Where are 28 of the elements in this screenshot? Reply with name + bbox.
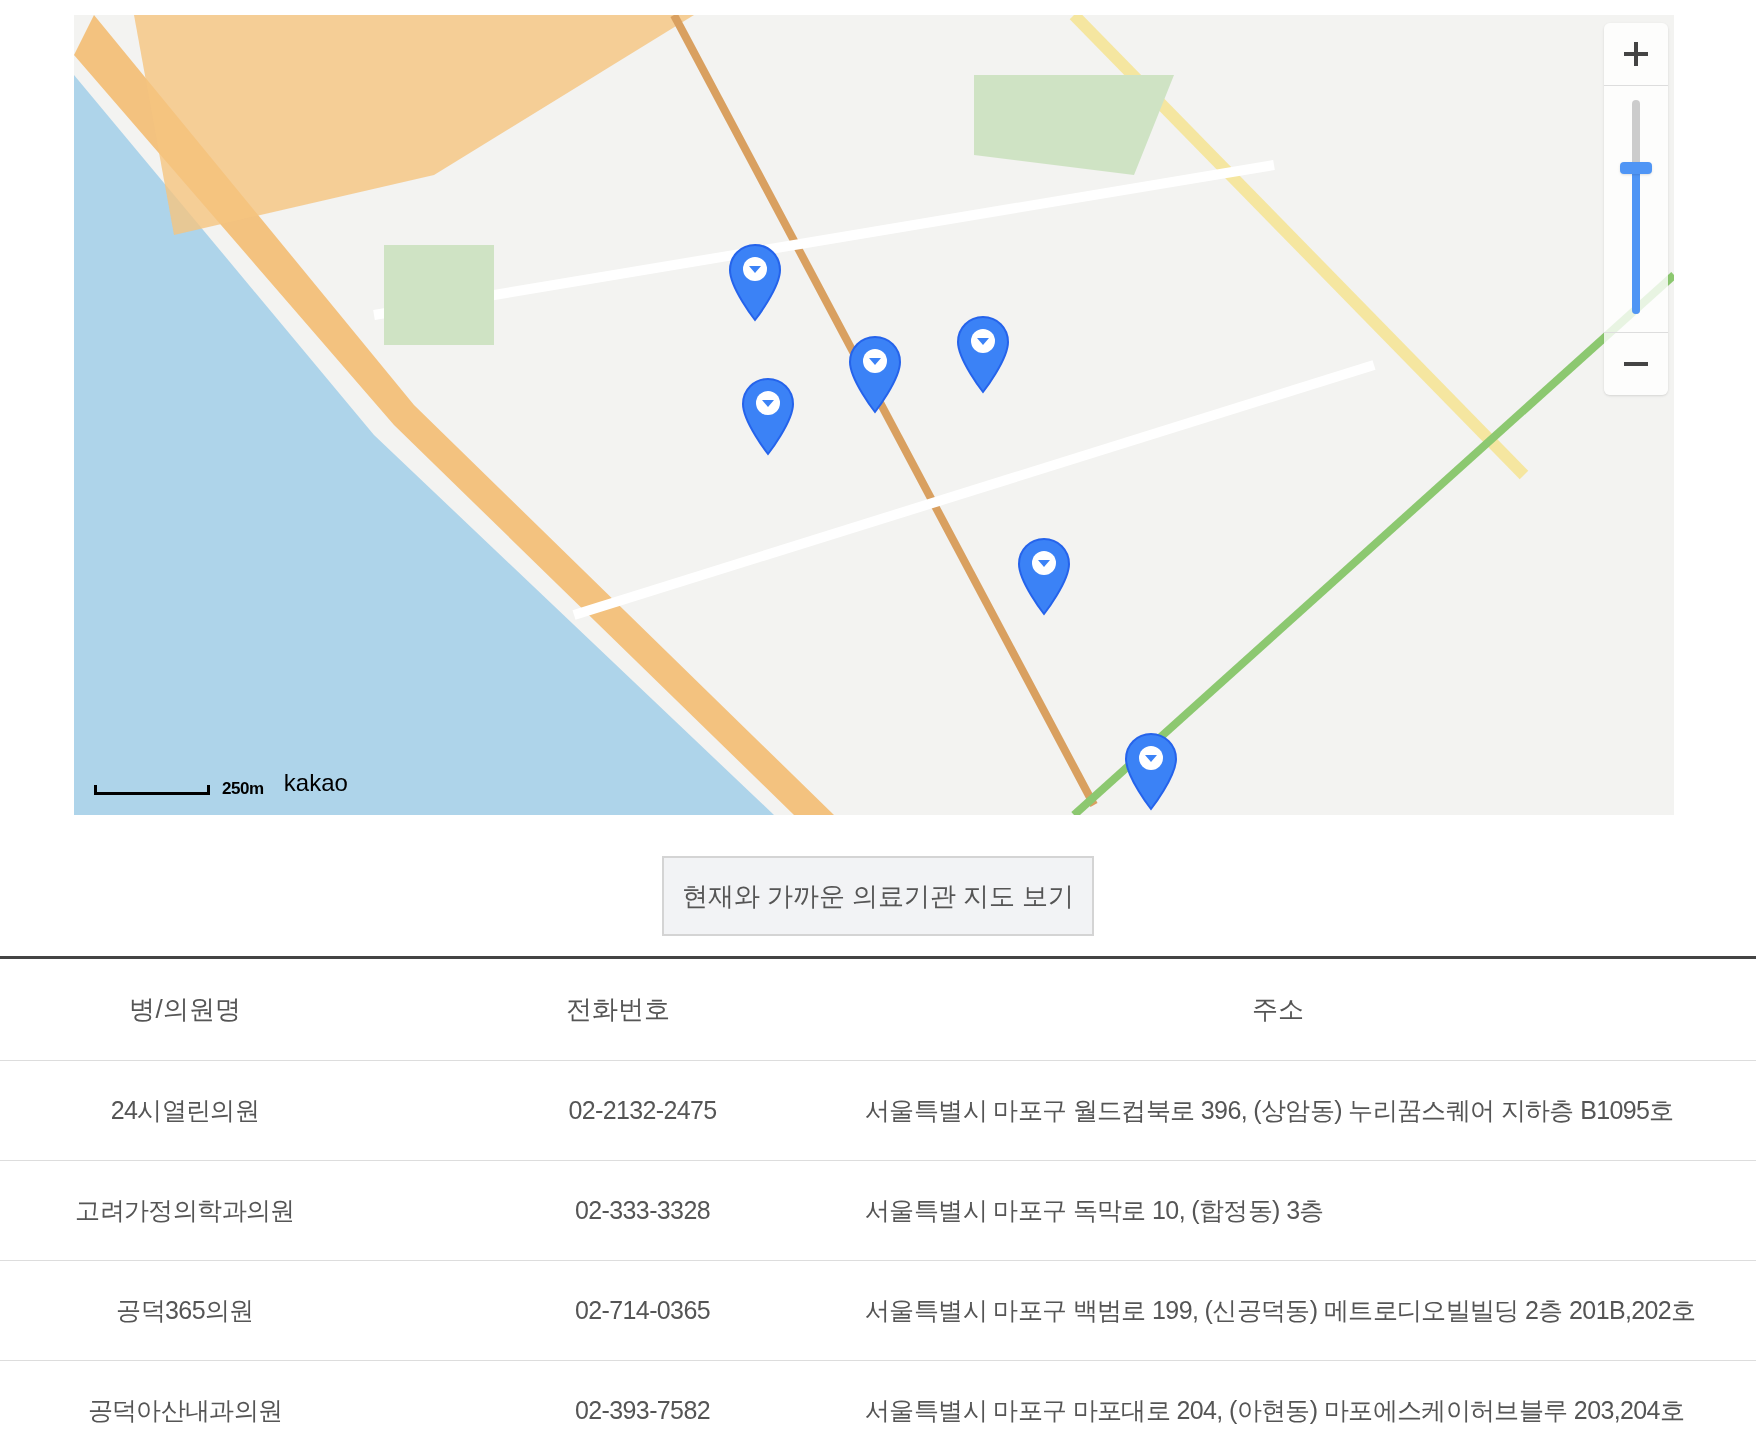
minus-icon <box>1623 361 1649 367</box>
map[interactable]: 250m kakao <box>74 15 1674 815</box>
map-marker-icon[interactable] <box>848 335 902 415</box>
table-cell-text: 02-714-0365 <box>574 1294 711 1326</box>
map-marker-icon[interactable] <box>1124 732 1178 812</box>
nearby-clinics-map-button[interactable]: 현재와 가까운 의료기관 지도 보기 <box>662 856 1094 936</box>
zoom-slider[interactable] <box>1619 100 1653 314</box>
table-cell-text: 공덕365의원 <box>115 1294 255 1326</box>
map-marker-icon[interactable] <box>728 243 782 323</box>
table-cell-text: 24시열린의원 <box>109 1094 261 1126</box>
scale-label: 250m <box>222 777 264 800</box>
map-marker-icon[interactable] <box>741 377 795 457</box>
table-cell-text: 공덕아산내과의원 <box>86 1394 284 1426</box>
table-cell-text: 서울특별시 마포구 독막로 10, (합정동) 3층 <box>865 1194 1325 1226</box>
map-marker-icon[interactable] <box>956 315 1010 395</box>
plus-icon <box>1623 41 1649 67</box>
map-logo: kakao <box>283 768 348 798</box>
table-cell-text: 02-333-3328 <box>574 1194 711 1226</box>
table-cell-text: 서울특별시 마포구 백범로 199, (신공덕동) 메트로디오빌빌딩 2층 201B,202호 <box>865 1294 1697 1326</box>
table-cell-text: 서울특별시 마포구 월드컵북로 396, (상암동) 누리꿈스퀘어 지하층 B1095호 <box>865 1094 1675 1126</box>
table-cell-text: 02-2132-2475 <box>567 1094 718 1126</box>
map-marker-icon[interactable] <box>1017 537 1071 617</box>
column-header: 병/의원명 <box>128 993 242 1026</box>
column-header: 전화번호 <box>564 993 671 1026</box>
table-cell-text: 고려가정의학과의원 <box>74 1194 296 1226</box>
table-cell-text: 서울특별시 마포구 마포대로 204, (아현동) 마포에스케이허브블루 203,204호 <box>865 1394 1686 1426</box>
table-cell-text: 02-393-7582 <box>574 1394 711 1426</box>
column-header: 주소 <box>1251 993 1305 1026</box>
